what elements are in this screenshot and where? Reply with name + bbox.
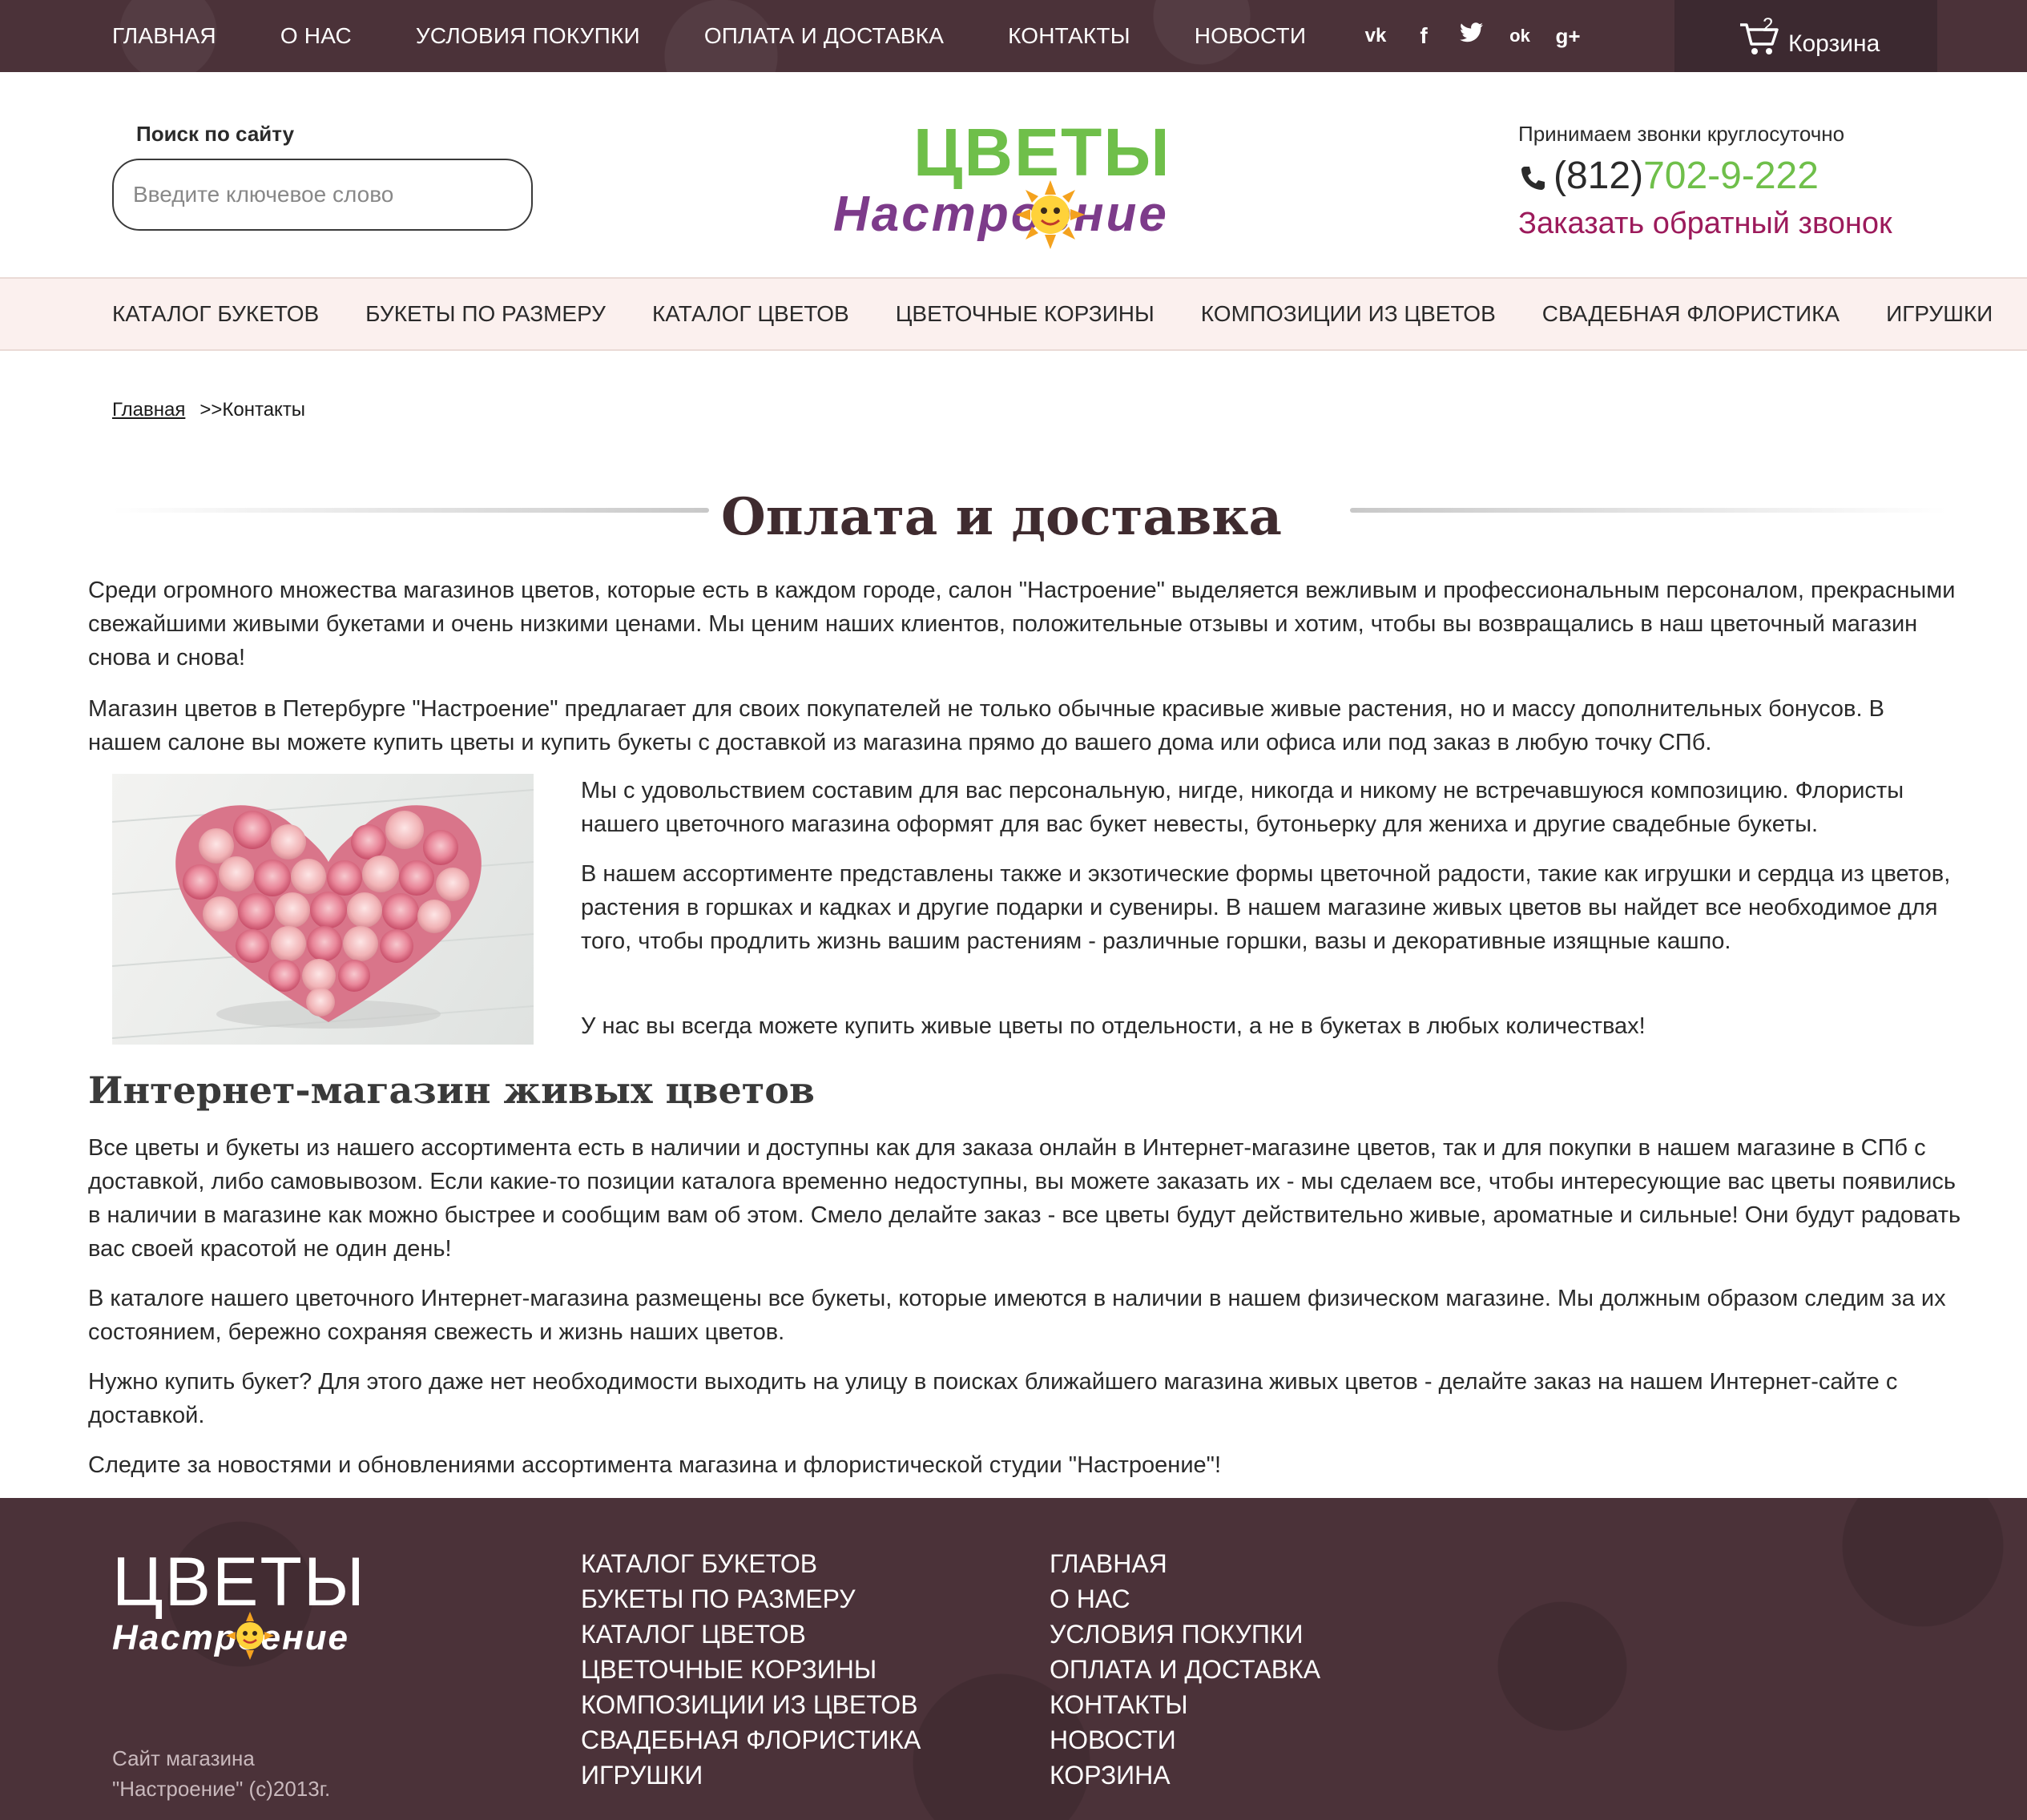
footer-link[interactable]: КАТАЛОГ БУКЕТОВ [581,1546,921,1581]
vk-icon[interactable]: vk [1362,22,1389,50]
footer-link[interactable]: КОНТАКТЫ [1050,1687,1320,1722]
logo-text-top: ЦВЕТЫ [913,115,1171,190]
phone-digits: 702-9-222 [1643,155,1819,197]
breadcrumb-home[interactable]: Главная [112,399,185,421]
footer-link[interactable]: ИГРУШКИ [581,1758,921,1793]
twitter-icon[interactable] [1458,22,1485,50]
catalog-nav-wedding[interactable]: СВАДЕБНАЯ ФЛОРИСТИКА [1542,301,1840,327]
paragraph: Все цветы и букеты из нашего ассортимент… [88,1135,1961,1262]
footer-link[interactable]: О НАС [1050,1581,1320,1617]
sun-icon [226,1612,274,1660]
footer-link[interactable]: УСЛОВИЯ ПОКУПКИ [1050,1617,1320,1652]
phone-note: Принимаем звонки круглосуточно [1518,122,1845,146]
catalog-nav-compositions[interactable]: КОМПОЗИЦИИ ИЗ ЦВЕТОВ [1201,301,1496,327]
paragraph: У нас вы всегда можете купить живые цвет… [581,1013,1646,1039]
site-logo[interactable]: ЦВЕТЫ Настроение [833,116,1218,260]
top-nav-contacts[interactable]: КОНТАКТЫ [1008,23,1130,49]
breadcrumb-current: >>Контакты [199,399,306,421]
facebook-icon[interactable]: f [1410,22,1437,50]
footer-link[interactable]: БУКЕТЫ ПО РАЗМЕРУ [581,1581,921,1617]
catalog-nav-baskets[interactable]: ЦВЕТОЧНЫЕ КОРЗИНЫ [896,301,1155,327]
paragraph: Среди огромного множества магазинов цвет… [88,578,1956,670]
footer-link[interactable]: ГЛАВНАЯ [1050,1546,1320,1581]
footer-link[interactable]: ОПЛАТА И ДОСТАВКА [1050,1652,1320,1687]
top-nav-about[interactable]: О НАС [280,23,352,49]
logo-text-bottom: Настроение [833,187,1169,242]
footer-link[interactable]: КОМПОЗИЦИИ ИЗ ЦВЕТОВ [581,1687,921,1722]
footer-link[interactable]: КОРЗИНА [1050,1758,1320,1793]
top-nav-payment-delivery[interactable]: ОПЛАТА И ДОСТАВКА [704,23,944,49]
social-links: vk f ok g+ [1362,0,1602,72]
heart-bouquet-image [112,774,534,1045]
cart-label: Корзина [1788,30,1880,57]
footer-site-links: ГЛАВНАЯ О НАС УСЛОВИЯ ПОКУПКИ ОПЛАТА И Д… [1050,1546,1320,1793]
breadcrumb: Главная >>Контакты [112,399,305,421]
top-nav-home[interactable]: ГЛАВНАЯ [112,23,216,49]
footer-link[interactable]: СВАДЕБНАЯ ФЛОРИСТИКА [581,1722,921,1758]
top-nav-news[interactable]: НОВОСТИ [1195,23,1306,49]
page-title: Оплата и доставка [721,487,1282,547]
top-nav: ГЛАВНАЯ О НАС УСЛОВИЯ ПОКУПКИ ОПЛАТА И Д… [112,0,1370,72]
paragraph: Следите за новостями и обновлениями ассо… [88,1452,1222,1478]
footer-link[interactable]: КАТАЛОГ ЦВЕТОВ [581,1617,921,1652]
catalog-nav-toys[interactable]: ИГРУШКИ [1886,301,1993,327]
google-plus-icon[interactable]: g+ [1554,22,1582,50]
catalog-nav-bouquets[interactable]: КАТАЛОГ БУКЕТОВ [112,301,319,327]
footer-link[interactable]: ЦВЕТОЧНЫЕ КОРЗИНЫ [581,1652,921,1687]
phone-icon [1521,167,1545,191]
footer: ЦВЕТЫ Настроение Сайт магазина "Настроен… [0,1498,2027,1820]
section-heading: Интернет-магазин живых цветов [88,1069,815,1112]
callback-link[interactable]: Заказать обратный звонок [1518,207,1892,241]
sun-icon [1016,180,1085,249]
phone-code: (812) [1553,155,1644,197]
cart-count-badge: 2 [1763,14,1774,36]
copyright: Сайт магазина "Настроение" (с)2013г. [112,1746,331,1801]
catalog-nav: КАТАЛОГ БУКЕТОВ БУКЕТЫ ПО РАЗМЕРУ КАТАЛО… [0,277,2027,351]
top-bar: ГЛАВНАЯ О НАС УСЛОВИЯ ПОКУПКИ ОПЛАТА И Д… [0,0,2027,72]
paragraph: Нужно купить букет? Для этого даже нет н… [88,1369,1898,1428]
paragraph: Мы с удовольствием составим для вас перс… [581,778,1904,837]
paragraph: Магазин цветов в Петербурге "Настроение"… [88,696,1884,755]
phone-number[interactable]: (812)702-9-222 [1518,154,1819,198]
catalog-nav-flowers[interactable]: КАТАЛОГ ЦВЕТОВ [652,301,849,327]
footer-link[interactable]: НОВОСТИ [1050,1722,1320,1758]
odnoklassniki-icon[interactable]: ok [1506,22,1533,50]
search-title: Поиск по сайту [136,122,295,146]
paragraph: В нашем ассортименте представлены также … [581,861,1951,954]
catalog-nav-by-size[interactable]: БУКЕТЫ ПО РАЗМЕРУ [365,301,606,327]
search-input[interactable] [112,159,533,231]
footer-catalog-links: КАТАЛОГ БУКЕТОВ БУКЕТЫ ПО РАЗМЕРУ КАТАЛО… [581,1546,921,1793]
paragraph: В каталоге нашего цветочного Интернет-ма… [88,1286,1946,1345]
footer-logo-top[interactable]: ЦВЕТЫ [112,1546,366,1618]
cart-button[interactable]: 2 Корзина [1674,0,1937,72]
top-nav-terms[interactable]: УСЛОВИЯ ПОКУПКИ [416,23,640,49]
